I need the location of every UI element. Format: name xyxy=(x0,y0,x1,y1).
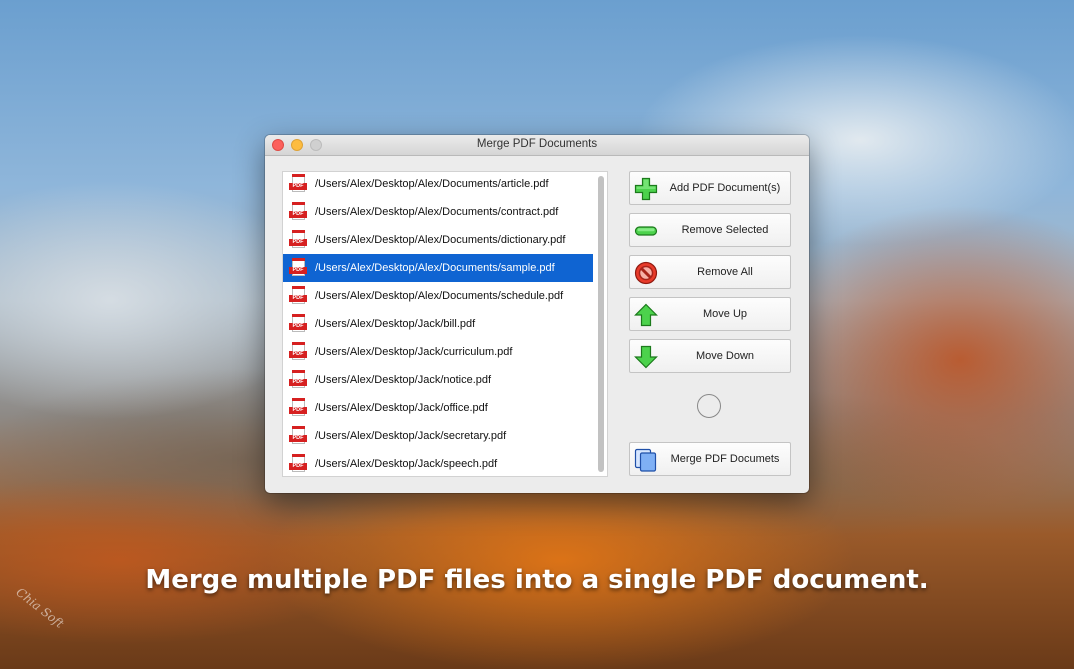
file-path-label: /Users/Alex/Desktop/Jack/speech.pdf xyxy=(315,458,498,470)
file-path-label: /Users/Alex/Desktop/Alex/Documents/artic… xyxy=(315,178,549,190)
green-plus-icon xyxy=(634,177,658,201)
pdf-file-icon: PDF xyxy=(289,454,307,474)
pdf-file-icon: PDF xyxy=(289,286,307,306)
title-bar[interactable]: Merge PDF Documents xyxy=(265,135,809,156)
file-path-label: /Users/Alex/Desktop/Jack/bill.pdf xyxy=(315,318,476,330)
file-path-label: /Users/Alex/Desktop/Jack/secretary.pdf xyxy=(315,430,507,442)
list-item[interactable]: PDF/Users/Alex/Desktop/Alex/Documents/ar… xyxy=(283,172,593,198)
file-path-label: /Users/Alex/Desktop/Alex/Documents/sched… xyxy=(315,290,564,302)
pdf-file-icon: PDF xyxy=(289,314,307,334)
remove-all-button[interactable]: Remove All xyxy=(629,255,791,289)
list-item[interactable]: PDF/Users/Alex/Desktop/Jack/bill.pdf xyxy=(283,310,593,338)
promo-caption: Merge multiple PDF files into a single P… xyxy=(145,565,929,595)
documents-stack-icon xyxy=(634,448,657,472)
list-item[interactable]: PDF/Users/Alex/Desktop/Jack/curriculum.p… xyxy=(283,338,593,366)
window-title: Merge PDF Documents xyxy=(476,138,598,150)
move-up-label: Move Up xyxy=(702,308,748,320)
file-path-label: /Users/Alex/Desktop/Jack/notice.pdf xyxy=(315,374,492,386)
merge-pdf-window: Merge PDF Documents PDF/Users/Alex/Deskt… xyxy=(265,135,809,493)
file-path-label: /Users/Alex/Desktop/Alex/Documents/contr… xyxy=(315,206,559,218)
remove-selected-label: Remove Selected xyxy=(681,224,769,236)
list-item[interactable]: PDF/Users/Alex/Desktop/Jack/speech.pdf xyxy=(283,450,593,476)
pdf-file-icon: PDF xyxy=(289,342,307,362)
list-item[interactable]: PDF/Users/Alex/Desktop/Alex/Documents/di… xyxy=(283,226,593,254)
pdf-file-icon: PDF xyxy=(289,258,307,278)
green-down-arrow-icon xyxy=(634,345,658,369)
merge-pdf-documents-label: Merge PDF Documets xyxy=(670,453,780,465)
add-pdf-documents-button[interactable]: Add PDF Document(s) xyxy=(629,171,791,205)
list-item[interactable]: PDF/Users/Alex/Desktop/Jack/secretary.pd… xyxy=(283,422,593,450)
green-up-arrow-icon xyxy=(634,303,658,327)
file-path-label: /Users/Alex/Desktop/Jack/curriculum.pdf xyxy=(315,346,513,358)
file-path-label: /Users/Alex/Desktop/Jack/office.pdf xyxy=(315,402,488,414)
list-item[interactable]: PDF/Users/Alex/Desktop/Alex/Documents/sa… xyxy=(283,254,593,282)
pdf-file-list[interactable]: PDF/Users/Alex/Desktop/Alex/Documents/ar… xyxy=(282,171,608,477)
merge-pdf-documents-button[interactable]: Merge PDF Documets xyxy=(629,442,791,476)
progress-indicator xyxy=(697,394,721,418)
desktop-background: { "window": { "title": "Merge PDF Docume… xyxy=(0,0,1074,669)
remove-all-label: Remove All xyxy=(697,266,753,278)
file-path-label: /Users/Alex/Desktop/Alex/Documents/sampl… xyxy=(315,262,555,274)
add-pdf-documents-label: Add PDF Document(s) xyxy=(669,182,781,194)
pdf-file-icon: PDF xyxy=(289,426,307,446)
list-item[interactable]: PDF/Users/Alex/Desktop/Jack/office.pdf xyxy=(283,394,593,422)
remove-selected-button[interactable]: Remove Selected xyxy=(629,213,791,247)
pdf-file-icon: PDF xyxy=(289,174,307,194)
list-item[interactable]: PDF/Users/Alex/Desktop/Alex/Documents/sc… xyxy=(283,282,593,310)
list-item[interactable]: PDF/Users/Alex/Desktop/Jack/notice.pdf xyxy=(283,366,593,394)
pdf-file-icon: PDF xyxy=(289,202,307,222)
move-down-button[interactable]: Move Down xyxy=(629,339,791,373)
move-down-label: Move Down xyxy=(695,350,755,362)
file-path-label: /Users/Alex/Desktop/Alex/Documents/dicti… xyxy=(315,234,566,246)
list-item[interactable]: PDF/Users/Alex/Desktop/Alex/Documents/co… xyxy=(283,198,593,226)
green-minus-icon xyxy=(634,226,658,236)
pdf-file-icon: PDF xyxy=(289,398,307,418)
pdf-file-icon: PDF xyxy=(289,370,307,390)
move-up-button[interactable]: Move Up xyxy=(629,297,791,331)
red-prohibited-icon xyxy=(634,261,658,285)
pdf-file-icon: PDF xyxy=(289,230,307,250)
list-scrollbar[interactable] xyxy=(598,176,604,472)
